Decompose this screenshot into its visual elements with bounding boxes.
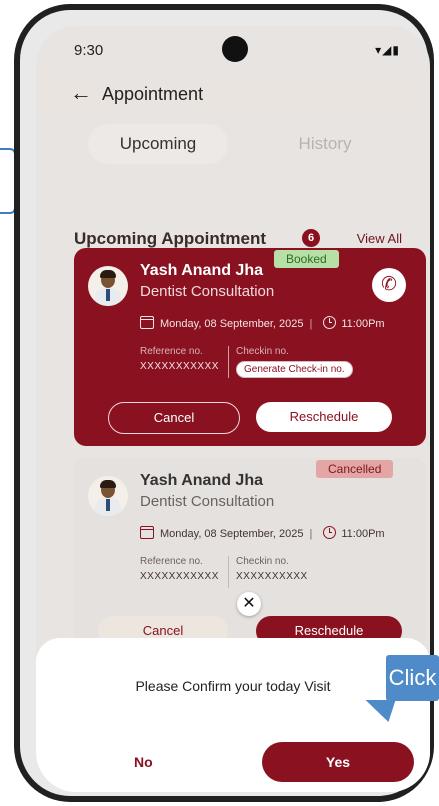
- page-title: Appointment: [102, 84, 204, 104]
- reschedule-button[interactable]: Reschedule: [256, 402, 392, 432]
- clock-icon: [323, 316, 337, 329]
- calendar-icon: [140, 316, 154, 329]
- doctor-avatar: [88, 266, 128, 306]
- avatar-tie: [106, 499, 110, 511]
- avatar-tie: [106, 289, 110, 301]
- app-bar: ← Appointment: [36, 74, 430, 114]
- reference-value: XXXXXXXXXXX: [140, 571, 219, 582]
- tab-bar: Upcoming History: [88, 124, 388, 164]
- appointment-time: 11:00Pm: [341, 318, 385, 330]
- divider: [228, 556, 229, 588]
- separator: |: [309, 318, 313, 330]
- date-time-row: Monday, 08 September, 2025 | 11:00Pm: [140, 526, 385, 540]
- appointment-time: 11:00Pm: [341, 528, 385, 540]
- back-arrow-icon[interactable]: ←: [70, 80, 92, 106]
- reference-block: Reference no. XXXXXXXXXXX: [140, 556, 230, 582]
- appointment-card-cancelled: Cancelled Yash Anand Jha Dentist Consult…: [74, 458, 426, 648]
- call-button[interactable]: ✆: [372, 268, 406, 302]
- yes-button[interactable]: Yes: [262, 742, 414, 782]
- calendar-icon: [140, 526, 154, 539]
- status-badge: Cancelled: [316, 460, 394, 478]
- appointment-date: Monday, 08 September, 2025: [160, 528, 304, 540]
- phone-icon: ✆: [381, 274, 397, 295]
- phone-frame: 9:30 ▾◢▮ ← Appointment Upcoming History …: [14, 4, 434, 802]
- consultation-type: Dentist Consultation: [140, 493, 275, 510]
- generate-checkin-button[interactable]: Generate Check-in no.: [236, 361, 353, 378]
- separator: |: [309, 528, 313, 540]
- doctor-avatar: [88, 476, 128, 516]
- tab-history[interactable]: History: [260, 124, 390, 164]
- checkin-label: Checkin no.: [236, 346, 289, 357]
- cancel-button[interactable]: Cancel: [108, 402, 240, 434]
- confirm-message: Please Confirm your today Visit: [135, 678, 331, 694]
- checkin-label: Checkin no.: [236, 556, 289, 567]
- date-time-row: Monday, 08 September, 2025 | 11:00Pm: [140, 316, 385, 330]
- click-callout: Click: [386, 655, 439, 701]
- appointment-count-badge: 6: [302, 229, 320, 247]
- avatar-hair: [100, 480, 116, 488]
- doctor-name: Yash Anand Jha: [140, 472, 263, 489]
- avatar-hair: [100, 270, 116, 278]
- tab-upcoming[interactable]: Upcoming: [88, 124, 228, 164]
- reference-block: Reference no. XXXXXXXXXXX: [140, 346, 230, 372]
- appointment-card-booked: Booked Yash Anand Jha Dentist Consultati…: [74, 248, 426, 446]
- consultation-type: Dentist Consultation: [140, 283, 275, 300]
- doctor-name: Yash Anand Jha: [140, 262, 263, 279]
- appointment-date: Monday, 08 September, 2025: [160, 318, 304, 330]
- close-icon[interactable]: ✕: [237, 592, 261, 616]
- clock-icon: [323, 526, 337, 539]
- reference-value: XXXXXXXXXXX: [140, 361, 219, 372]
- divider: [228, 346, 229, 378]
- view-all-link[interactable]: View All: [357, 231, 402, 246]
- signal-battery-icon: ▾◢▮: [375, 43, 400, 57]
- checkin-block: Checkin no. XXXXXXXXXX: [236, 556, 386, 582]
- reference-label: Reference no.: [140, 556, 203, 567]
- status-time: 9:30: [74, 42, 104, 59]
- section-title: Upcoming Appointment: [74, 229, 267, 248]
- camera-cutout: [222, 36, 248, 62]
- status-badge: Booked: [274, 250, 339, 268]
- status-bar: 9:30 ▾◢▮: [36, 26, 430, 70]
- checkin-block: Checkin no. Generate Check-in no.: [236, 346, 386, 378]
- no-button[interactable]: No: [134, 754, 153, 770]
- reference-label: Reference no.: [140, 346, 203, 357]
- checkin-value: XXXXXXXXXX: [236, 571, 308, 582]
- app-screen: 9:30 ▾◢▮ ← Appointment Upcoming History …: [36, 26, 430, 792]
